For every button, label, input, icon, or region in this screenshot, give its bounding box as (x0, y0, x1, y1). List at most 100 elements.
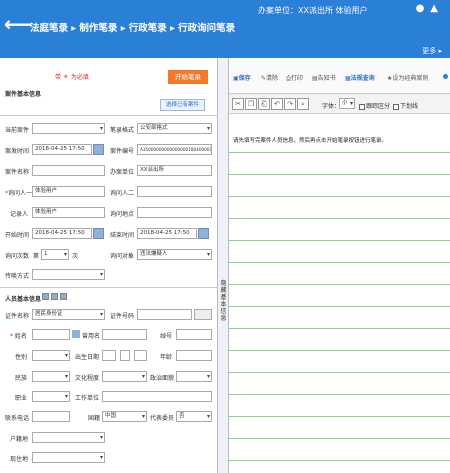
back-arrow-icon[interactable]: ⟵ (4, 14, 33, 34)
gender-label: 性别 (15, 354, 28, 361)
id-type-select[interactable]: 居民身份证 (32, 309, 105, 320)
paper-line (229, 218, 450, 219)
font-size-select[interactable]: 小 (339, 98, 355, 109)
id-read-button[interactable] (194, 309, 212, 320)
set-classic-case-button[interactable]: ★设为经典案例 (387, 73, 428, 82)
copy-icon[interactable]: ❐ (245, 98, 257, 110)
clear-button[interactable]: ✎清除 (261, 73, 278, 82)
name-label: * 姓名 (10, 333, 27, 340)
handling-unit-label: 办案单位 (110, 169, 135, 176)
save-button[interactable]: ▣保存 (233, 73, 251, 82)
paste-icon[interactable]: ⎗ (258, 98, 270, 110)
record-format-label: 笔录格式 (110, 127, 135, 134)
panel-splitter[interactable]: 隐藏基本信息 (218, 58, 229, 473)
representative-select[interactable]: 否 (176, 411, 212, 422)
undo-icon[interactable]: ↶ (271, 98, 283, 110)
chat-icon[interactable]: ● (416, 3, 431, 14)
case-number-input[interactable]: A35000000000000000180400001 (137, 144, 212, 155)
hide-basic-info-toggle[interactable]: 隐藏基本信息 (219, 280, 228, 322)
case-number-label: 案件编号 (110, 148, 135, 155)
occupation-select[interactable] (32, 391, 70, 402)
handling-unit-input[interactable]: XX派出所 (137, 165, 212, 176)
nationality-label: 国籍 (88, 415, 101, 422)
inquirer2-input[interactable] (137, 186, 212, 197)
id-type-label: 证件名称 (5, 313, 30, 320)
nationality-select[interactable]: 中国 (102, 411, 147, 422)
name-lookup-icon[interactable] (72, 330, 80, 338)
occupation-label: 职业 (15, 395, 28, 402)
list-person-icon[interactable] (51, 293, 58, 300)
summon-method-select[interactable] (32, 269, 105, 280)
redo-icon[interactable]: ↷ (284, 98, 296, 110)
underline-checkbox[interactable]: 下划线 (393, 101, 418, 110)
education-label: 文化程度 (75, 375, 100, 382)
inquirer1-input[interactable]: 体验用户 (32, 186, 105, 197)
contact-label: 联系电话 (5, 415, 30, 422)
record-editor-panel: ▣保存 ✎清除 ⎙打印 ▤告知书 ▦法规查询 ★设为经典案例 ✂ ❐ ⎗ ↶ ↷… (229, 58, 450, 473)
start-record-button[interactable]: 开始笔录 (168, 70, 208, 84)
paper-line (229, 372, 450, 373)
user-icon[interactable]: ▲ (430, 3, 444, 14)
case-time-input[interactable]: 2018-04-25 17:50 (32, 144, 92, 155)
record-format-select[interactable]: 公安部格式 (137, 123, 212, 134)
case-name-input[interactable] (32, 165, 105, 176)
birth-date-label: 出生日期 (75, 354, 100, 361)
nickname-input[interactable] (176, 329, 212, 340)
contact-input[interactable] (32, 411, 70, 422)
inquiry-place-input[interactable] (137, 207, 212, 218)
paper-line (229, 262, 450, 263)
name-input[interactable] (32, 329, 70, 340)
inquiry-target-select[interactable]: 违法嫌疑人 (137, 249, 212, 260)
paper-line (229, 306, 450, 307)
delete-person-icon[interactable] (60, 293, 67, 300)
record-paper[interactable] (229, 114, 450, 473)
political-select[interactable] (176, 371, 212, 382)
print-button-label: 打印 (290, 75, 303, 82)
clear-button-label: 清除 (266, 75, 279, 82)
current-case-label: 当前案件 (5, 127, 30, 134)
end-time-calendar-icon[interactable] (198, 228, 209, 239)
save-button-label: 保存 (238, 75, 251, 82)
cut-icon[interactable]: ✂ (232, 98, 244, 110)
alias-input[interactable] (102, 329, 147, 340)
alias-label: 曾用名 (82, 333, 101, 340)
current-case-select[interactable] (32, 123, 105, 134)
add-person-icon[interactable] (42, 293, 49, 300)
page-split-checkbox[interactable]: 跟踪区分 (359, 101, 390, 110)
divider (0, 115, 218, 116)
notice-button[interactable]: ▤告知书 (312, 73, 336, 82)
age-label: 年龄 (160, 354, 173, 361)
gender-select[interactable] (32, 350, 70, 361)
paper-line (229, 328, 450, 329)
record-hint-text: 请先填写完案件人员信息，然后再点击开始笔录按钮进行笔录。 (233, 138, 388, 144)
page-split-check-icon (359, 103, 365, 110)
inquiry-count-select[interactable]: 1 (41, 249, 69, 260)
law-query-button[interactable]: ▦法规查询 (345, 73, 375, 82)
ethnicity-select[interactable] (32, 371, 70, 382)
handling-unit-user: 办案单位：XX派出所 体验用户 (258, 6, 368, 15)
birth-month-input[interactable] (120, 350, 130, 361)
inquirer1-label-text: 询问人一 (8, 190, 33, 197)
more-button[interactable]: 更多 ▸ (422, 46, 442, 56)
paper-line (229, 438, 450, 439)
start-time-input[interactable]: 2018-04-25 17:50 (32, 228, 92, 239)
print-button[interactable]: ⎙打印 (286, 73, 303, 83)
workplace-input[interactable] (102, 391, 212, 402)
select-case-button[interactable]: 选择已有案件 (160, 99, 205, 111)
age-input[interactable] (176, 350, 212, 361)
birth-year-input[interactable] (102, 350, 116, 361)
more-options-icon[interactable] (443, 74, 448, 79)
id-number-input[interactable] (137, 309, 192, 320)
household-select[interactable] (32, 432, 105, 443)
recorder-input[interactable]: 体验用户 (32, 207, 105, 218)
inquirer1-label: *询问人一 (5, 190, 33, 197)
section-case-info: 案件基本信息 (5, 91, 42, 98)
birth-day-input[interactable] (134, 350, 147, 361)
education-select[interactable] (102, 371, 147, 382)
end-time-input[interactable]: 2018-04-25 17:50 (137, 228, 197, 239)
paper-line (229, 394, 450, 395)
start-time-calendar-icon[interactable] (93, 228, 104, 239)
residence-select[interactable] (32, 452, 105, 463)
case-time-calendar-icon[interactable] (93, 144, 104, 155)
find-icon[interactable]: ⌕ (297, 98, 309, 110)
